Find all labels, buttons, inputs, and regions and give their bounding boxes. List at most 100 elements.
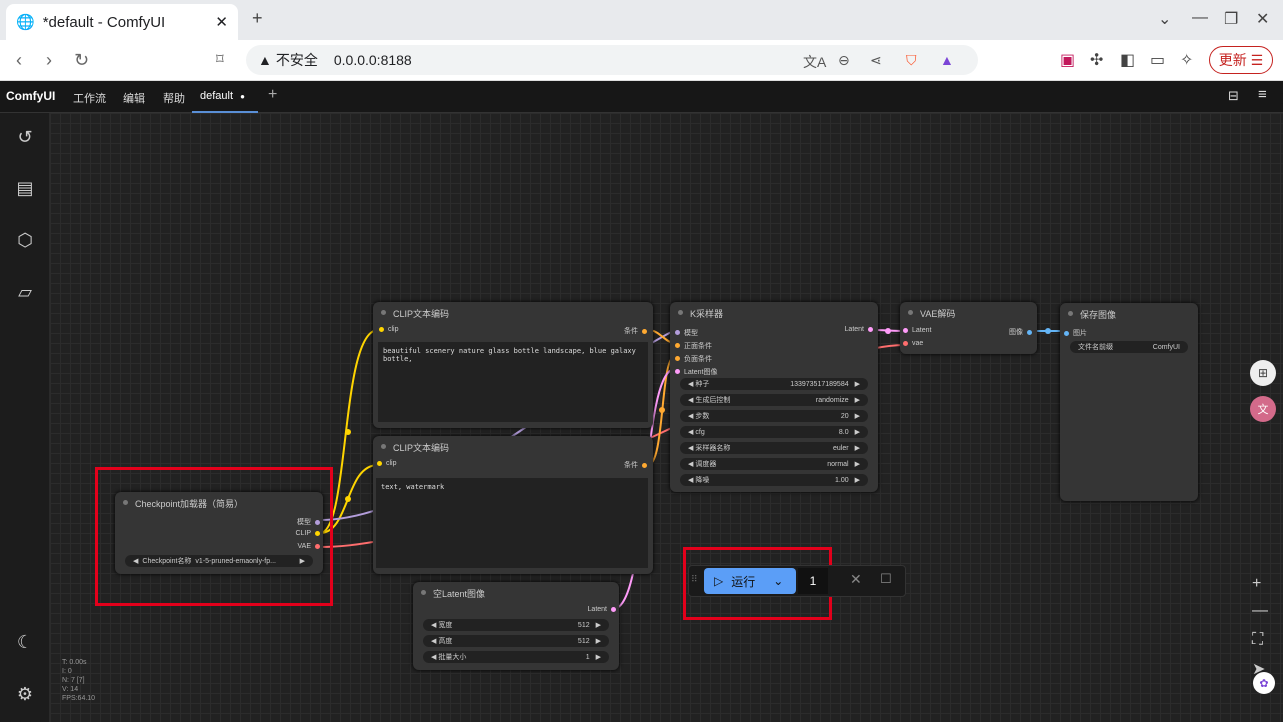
decrement-arrow-icon[interactable]: ◀	[688, 428, 693, 436]
input-slot-icon[interactable]	[377, 461, 382, 466]
input-slot-icon[interactable]	[675, 356, 680, 361]
node-title[interactable]: CLIP文本编码	[373, 436, 653, 456]
reroute-dot	[885, 328, 891, 334]
input-slot-icon[interactable]	[675, 343, 680, 348]
port-label: Latent	[912, 327, 932, 334]
prompt-textarea[interactable]: text, watermark	[376, 478, 648, 568]
ksampler-widgets: ◀ 种子 133973517189584 ▶ ◀ 生成后控制 randomize ▶ ◀ 步数 20…	[680, 378, 868, 490]
zoom-in-icon[interactable]: +	[1252, 575, 1261, 593]
ksampler-input[interactable]: 模型	[675, 326, 717, 339]
ai-assistant-icon[interactable]: ✿	[1253, 672, 1275, 694]
ksampler-node[interactable]: K采样器 模型 正面条件 负面条件 Latent图像 Latent ◀ 种子 133973…	[670, 302, 878, 492]
decrement-arrow-icon[interactable]: ◀	[688, 476, 693, 484]
decrement-arrow-icon[interactable]: ◀	[431, 653, 436, 661]
increment-arrow-icon[interactable]: ▶	[855, 476, 860, 484]
input-slot-icon[interactable]	[379, 327, 384, 332]
output-slot-icon[interactable]	[642, 462, 647, 468]
empty-latent-image-node[interactable]: 空Latent图像 Latent ◀ 宽度 512 ▶ ◀ 高度 512 ▶ ◀ 批量大小 1 ▶	[413, 582, 619, 670]
output-slot-icon[interactable]	[611, 607, 616, 612]
run-mode-chevron-icon[interactable]: ⌄	[773, 574, 783, 588]
latent-input[interactable]: Latent	[903, 327, 931, 334]
widget-label: 种子	[695, 381, 710, 388]
ksampler-input[interactable]: 负面条件	[675, 352, 717, 365]
latent-output[interactable]: Latent	[845, 326, 873, 333]
ksampler-input[interactable]: 正面条件	[675, 339, 717, 352]
batch-count-input[interactable]: 1	[798, 568, 828, 594]
decrement-arrow-icon[interactable]: ◀	[431, 637, 436, 645]
decrement-arrow-icon[interactable]: ◀	[688, 460, 693, 468]
image-input[interactable]: 图片	[1064, 328, 1087, 338]
increment-arrow-icon[interactable]: ▶	[855, 428, 860, 436]
input-slot-icon[interactable]	[903, 328, 908, 333]
run-button[interactable]: ▷ 运行 ⌄	[704, 568, 796, 594]
port-label: Latent	[844, 326, 864, 333]
port-label: 条件	[624, 328, 638, 335]
drag-handle-icon[interactable]: ⠿	[691, 574, 698, 585]
node-title[interactable]: 保存图像	[1060, 303, 1198, 323]
increment-arrow-icon[interactable]: ▶	[855, 380, 860, 388]
number-widget[interactable]: ◀ 调度器 normal ▶	[680, 458, 868, 470]
zoom-out-icon[interactable]: —	[1252, 602, 1268, 620]
widget-label: 调度器	[695, 461, 717, 468]
number-widget[interactable]: ◀ cfg 8.0 ▶	[680, 426, 868, 438]
increment-arrow-icon[interactable]: ▶	[596, 621, 601, 629]
output-slot-icon[interactable]	[868, 327, 873, 332]
image-output[interactable]: 图像	[1009, 327, 1032, 337]
port-label: vae	[912, 340, 924, 347]
output-slot-icon[interactable]	[642, 328, 647, 334]
number-widget[interactable]: ◀ 种子 133973517189584 ▶	[680, 378, 868, 390]
widget-label: cfg	[695, 428, 705, 436]
output-slot-icon[interactable]	[1027, 329, 1032, 335]
clip-text-encode-negative-node[interactable]: CLIP文本编码 clip 条件 text, watermark	[373, 436, 653, 574]
fit-view-icon[interactable]: ⛶	[1252, 631, 1263, 649]
clear-queue-icon[interactable]: ☐	[880, 571, 892, 587]
number-widget[interactable]: ◀ 高度 512 ▶	[423, 635, 609, 647]
input-slot-icon[interactable]	[675, 369, 680, 374]
input-slot-icon[interactable]	[903, 341, 908, 346]
widget-value: 512	[577, 637, 590, 645]
port-label: 条件	[624, 462, 638, 469]
decrement-arrow-icon[interactable]: ◀	[431, 621, 436, 629]
increment-arrow-icon[interactable]: ▶	[596, 653, 601, 661]
number-widget[interactable]: ◀ 批量大小 1 ▶	[423, 651, 609, 663]
ksampler-input[interactable]: Latent图像	[675, 365, 717, 378]
vae-decode-node[interactable]: VAE解码 Latent vae 图像	[900, 302, 1037, 354]
input-slot-icon[interactable]	[675, 330, 680, 335]
widget-label: 采样器名称	[695, 445, 731, 452]
vae-input[interactable]: vae	[903, 340, 923, 347]
translate-floating-icon[interactable]: 文	[1250, 396, 1276, 422]
number-widget[interactable]: ◀ 生成后控制 randomize ▶	[680, 394, 868, 406]
extension-grid-icon[interactable]: ⊞	[1250, 360, 1276, 386]
number-widget[interactable]: ◀ 宽度 512 ▶	[423, 619, 609, 631]
node-title[interactable]: CLIP文本编码	[373, 302, 653, 322]
widget-value: 1	[585, 653, 590, 661]
prompt-textarea[interactable]: beautiful scenery nature glass bottle la…	[378, 342, 648, 422]
decrement-arrow-icon[interactable]: ◀	[688, 396, 693, 404]
number-widget[interactable]: ◀ 降噪 1.00 ▶	[680, 474, 868, 486]
increment-arrow-icon[interactable]: ▶	[855, 444, 860, 452]
decrement-arrow-icon[interactable]: ◀	[688, 444, 693, 452]
clip-input[interactable]: clip	[379, 326, 399, 333]
decrement-arrow-icon[interactable]: ◀	[688, 412, 693, 420]
widget-value: ComfyUI	[1152, 343, 1180, 351]
increment-arrow-icon[interactable]: ▶	[596, 637, 601, 645]
node-title[interactable]: VAE解码	[900, 302, 1037, 322]
cancel-icon[interactable]: ✕	[850, 571, 862, 588]
clip-input[interactable]: clip	[377, 460, 397, 467]
increment-arrow-icon[interactable]: ▶	[855, 412, 860, 420]
clip-text-encode-positive-node[interactable]: CLIP文本编码 clip 条件 beautiful scenery natur…	[373, 302, 653, 428]
node-title[interactable]: 空Latent图像	[413, 582, 619, 602]
increment-arrow-icon[interactable]: ▶	[855, 396, 860, 404]
widget-value: 512	[577, 621, 590, 629]
number-widget[interactable]: ◀ 步数 20 ▶	[680, 410, 868, 422]
decrement-arrow-icon[interactable]: ◀	[688, 380, 693, 388]
node-title[interactable]: K采样器	[670, 302, 878, 322]
conditioning-output[interactable]: 条件	[624, 326, 647, 336]
number-widget[interactable]: ◀ 采样器名称 euler ▶	[680, 442, 868, 454]
increment-arrow-icon[interactable]: ▶	[855, 460, 860, 468]
input-slot-icon[interactable]	[1064, 330, 1069, 336]
filename-prefix-widget[interactable]: 文件名前缀 ComfyUI	[1070, 341, 1188, 353]
save-image-node[interactable]: 保存图像 图片 文件名前缀 ComfyUI	[1060, 303, 1198, 501]
conditioning-output[interactable]: 条件	[624, 460, 647, 470]
latent-output[interactable]: Latent	[588, 606, 616, 613]
